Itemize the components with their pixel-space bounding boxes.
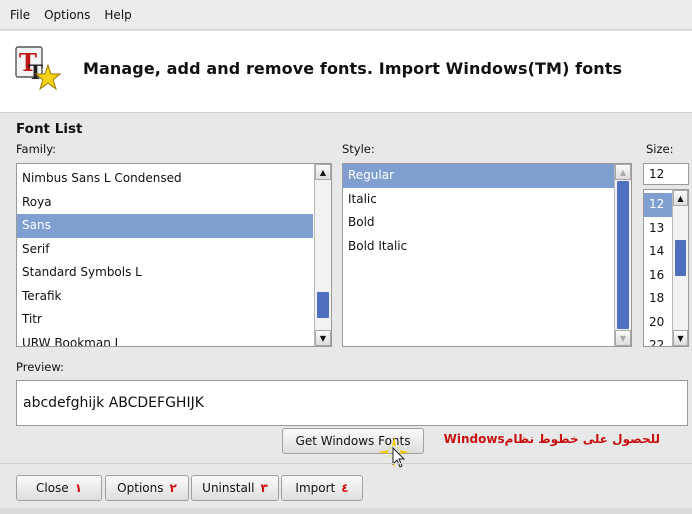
menu-bar: File Options Help xyxy=(0,0,692,30)
family-list-item[interactable]: Terafik xyxy=(17,285,313,309)
header-banner: T T Manage, add and remove fonts. Import… xyxy=(0,31,692,113)
import-number-badge: ٤ xyxy=(341,481,349,495)
footer-separator xyxy=(0,463,692,464)
size-list-item[interactable]: 20 xyxy=(644,311,672,335)
uninstall-number-badge: ٣ xyxy=(260,481,268,495)
scroll-thumb[interactable] xyxy=(675,240,686,276)
size-list-item[interactable]: 13 xyxy=(644,217,672,241)
scroll-down-icon[interactable]: ▼ xyxy=(315,330,331,346)
windows-fonts-annotation: للحصول على خطوط نظامWindows xyxy=(443,432,660,446)
scroll-thumb[interactable] xyxy=(317,292,329,318)
close-button[interactable]: Close ١ xyxy=(16,475,102,501)
size-label: Size: xyxy=(646,142,674,156)
style-scrollbar[interactable]: ▲ ▼ xyxy=(614,164,631,346)
style-list-item[interactable]: Bold Italic xyxy=(343,235,615,259)
family-list-item[interactable]: URW Bookman L xyxy=(17,332,313,347)
menu-help[interactable]: Help xyxy=(104,8,131,22)
close-number-badge: ١ xyxy=(74,481,83,495)
preview-field[interactable]: abcdefghijk ABCDEFGHIJK xyxy=(16,380,688,426)
size-input[interactable]: 12 xyxy=(643,163,689,185)
style-list-item[interactable]: Regular xyxy=(343,164,615,188)
size-list[interactable]: 12 13 14 16 18 20 22 ▲ ▼ xyxy=(643,189,689,347)
menu-file[interactable]: File xyxy=(10,8,30,22)
family-list-item[interactable]: Nimbus Sans L Condensed xyxy=(17,167,313,191)
menu-options[interactable]: Options xyxy=(44,8,90,22)
options-number-badge: ٢ xyxy=(169,481,177,495)
size-list-item[interactable]: 14 xyxy=(644,240,672,264)
scroll-down-icon[interactable]: ▼ xyxy=(673,330,688,346)
style-list-item[interactable]: Bold xyxy=(343,211,615,235)
style-label: Style: xyxy=(342,142,375,156)
family-list-item[interactable]: Serif xyxy=(17,238,313,262)
import-button-label: Import xyxy=(295,481,336,495)
size-list-item[interactable]: 22 xyxy=(644,334,672,346)
family-list-item[interactable]: Roya xyxy=(17,191,313,215)
family-list-item[interactable]: Standard Symbols L xyxy=(17,261,313,285)
uninstall-button-label: Uninstall xyxy=(202,481,255,495)
family-list-item[interactable]: Titr xyxy=(17,308,313,332)
svg-text:T: T xyxy=(28,60,43,84)
size-list-item[interactable]: 18 xyxy=(644,287,672,311)
style-list-item[interactable]: Italic xyxy=(343,188,615,212)
scroll-thumb[interactable] xyxy=(617,181,629,329)
close-button-label: Close xyxy=(35,481,69,495)
options-button[interactable]: Options ٢ xyxy=(105,475,189,501)
size-list-item[interactable]: 12 xyxy=(644,193,672,217)
family-scrollbar[interactable]: ▲ ▼ xyxy=(314,164,331,346)
font-manager-icon: T T xyxy=(15,46,62,91)
font-list-title: Font List xyxy=(16,121,83,137)
family-list-item[interactable]: Sans xyxy=(17,214,313,238)
page-title: Manage, add and remove fonts. Import Win… xyxy=(83,59,623,78)
uninstall-button[interactable]: Uninstall ٣ xyxy=(191,475,279,501)
size-scrollbar[interactable]: ▲ ▼ xyxy=(672,190,688,346)
click-sparkle-icon xyxy=(378,436,410,468)
style-list[interactable]: Regular Italic Bold Bold Italic ▲ ▼ xyxy=(342,163,632,347)
preview-label: Preview: xyxy=(16,360,65,374)
family-label: Family: xyxy=(16,142,57,156)
scroll-up-icon[interactable]: ▲ xyxy=(315,164,331,180)
scroll-up-icon[interactable]: ▲ xyxy=(673,190,688,206)
family-list[interactable]: Nimbus Sans L Condensed Roya Sans Serif Stan… xyxy=(16,163,332,347)
scroll-up-icon[interactable]: ▲ xyxy=(615,164,631,180)
bottom-strip xyxy=(0,508,692,514)
size-list-item[interactable]: 16 xyxy=(644,264,672,288)
options-button-label: Options xyxy=(117,481,164,495)
scroll-down-icon[interactable]: ▼ xyxy=(615,330,631,346)
import-button[interactable]: Import ٤ xyxy=(281,475,363,501)
